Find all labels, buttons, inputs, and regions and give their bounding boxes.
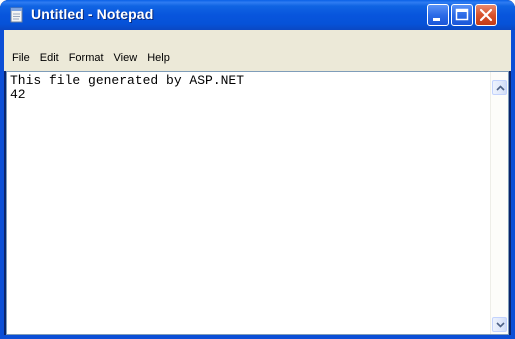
minimize-button[interactable] <box>427 4 449 26</box>
window-frame-right[interactable] <box>511 30 515 339</box>
notepad-window: Untitled - Notepad File Edit Format View… <box>0 0 515 339</box>
text-editor[interactable]: This file generated by ASP.NET 42 <box>6 71 509 335</box>
vertical-scrollbar[interactable] <box>490 72 508 334</box>
title-bar[interactable]: Untitled - Notepad <box>0 0 515 30</box>
menu-view[interactable]: View <box>110 50 144 66</box>
notepad-icon[interactable] <box>10 7 24 23</box>
window-frame-left[interactable] <box>0 30 4 339</box>
editor-content[interactable]: This file generated by ASP.NET 42 <box>10 74 244 102</box>
menu-format[interactable]: Format <box>65 50 110 66</box>
scroll-up-button[interactable] <box>492 80 507 95</box>
scroll-down-arrow-icon <box>496 322 505 328</box>
menu-help[interactable]: Help <box>143 50 176 66</box>
scroll-down-button[interactable] <box>492 317 507 332</box>
menu-items: File Edit Format View Help <box>8 50 176 66</box>
menu-file[interactable]: File <box>8 50 36 66</box>
menu-bar: File Edit Format View Help <box>4 30 511 71</box>
menu-edit[interactable]: Edit <box>36 50 65 66</box>
close-button[interactable] <box>475 4 497 26</box>
minimize-icon <box>433 18 440 21</box>
window-title: Untitled - Notepad <box>31 6 154 22</box>
maximize-icon <box>455 8 469 21</box>
window-frame-bottom[interactable] <box>0 335 515 339</box>
maximize-button[interactable] <box>451 4 473 26</box>
scroll-up-arrow-icon <box>496 85 505 91</box>
close-icon <box>479 8 493 22</box>
